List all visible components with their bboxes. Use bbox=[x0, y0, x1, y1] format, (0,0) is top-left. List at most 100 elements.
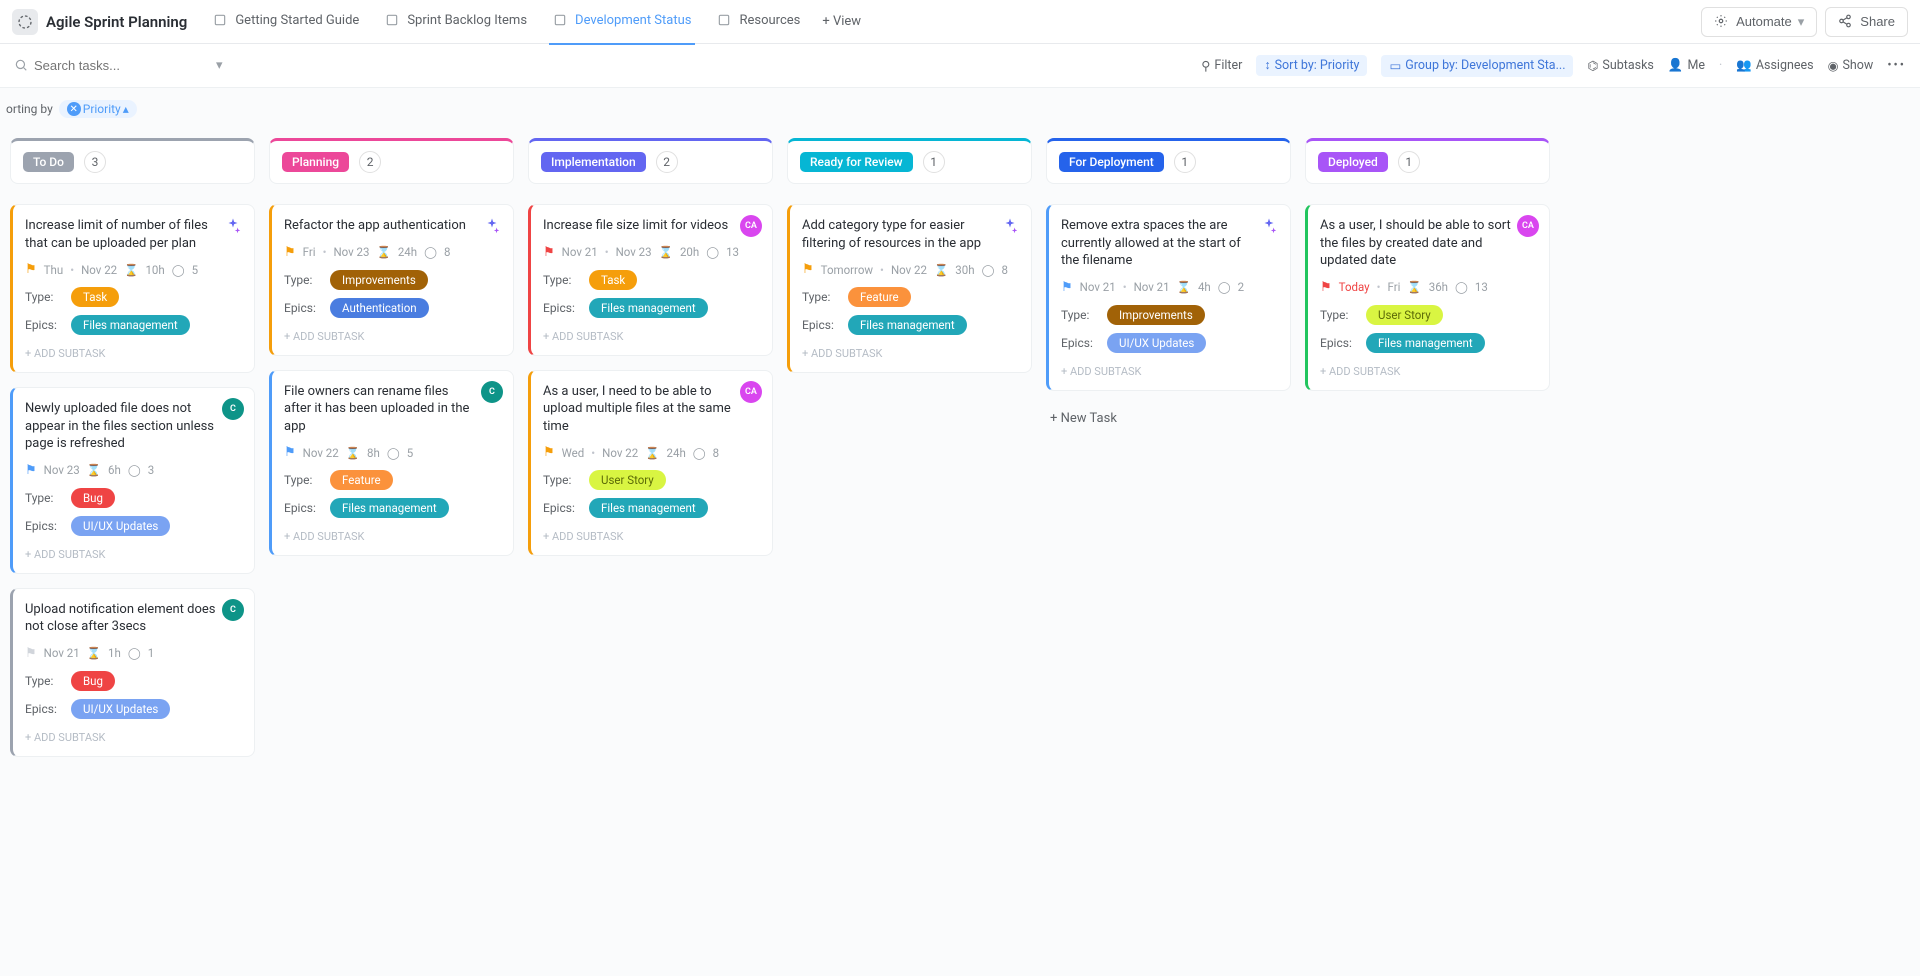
automate-button[interactable]: Automate ▾ bbox=[1701, 7, 1817, 37]
column-header[interactable]: Deployed1 bbox=[1305, 138, 1550, 184]
sort-button[interactable]: ↕Sort by: Priority bbox=[1256, 55, 1367, 76]
add-subtask-button[interactable]: + ADD SUBTASK bbox=[1061, 361, 1278, 382]
assignee-avatar[interactable]: CA bbox=[1517, 215, 1539, 237]
priority-flag-icon[interactable]: ⚑ bbox=[284, 245, 296, 260]
column-planning: Planning2 Refactor the app authentication… bbox=[269, 138, 514, 570]
assignee-avatar[interactable]: CA bbox=[740, 215, 762, 237]
column-count: 2 bbox=[656, 151, 678, 173]
show-button[interactable]: ◉Show bbox=[1828, 58, 1874, 74]
new-task-button[interactable]: + New Task bbox=[1046, 405, 1291, 432]
assignees-button[interactable]: 👥Assignees bbox=[1736, 58, 1813, 73]
type-label: Type: bbox=[25, 290, 71, 304]
subtask-count-icon: ◯ bbox=[387, 446, 400, 460]
view-tab[interactable]: Getting Started Guide bbox=[201, 7, 371, 37]
assignee-avatar[interactable]: CA bbox=[740, 381, 762, 403]
tag-userstory[interactable]: User Story bbox=[1366, 305, 1443, 325]
column-header[interactable]: For Deployment1 bbox=[1046, 138, 1291, 184]
column-header[interactable]: Ready for Review1 bbox=[787, 138, 1032, 184]
priority-flag-icon[interactable]: ⚑ bbox=[1320, 280, 1332, 295]
priority-flag-icon[interactable]: ⚑ bbox=[543, 245, 555, 260]
tag-files[interactable]: Files management bbox=[71, 315, 190, 335]
task-card[interactable]: Refactor the app authentication⚑Fri•Nov … bbox=[269, 204, 514, 356]
me-button[interactable]: 👤Me bbox=[1668, 58, 1705, 73]
toolbar: ▾ ⚲Filter ↕Sort by: Priority ▭Group by: … bbox=[0, 44, 1920, 88]
priority-flag-icon[interactable]: ⚑ bbox=[543, 445, 555, 460]
chevron-down-icon[interactable]: ▾ bbox=[216, 58, 223, 73]
share-button[interactable]: Share bbox=[1825, 7, 1908, 37]
tag-files[interactable]: Files management bbox=[589, 498, 708, 518]
add-subtask-button[interactable]: + ADD SUBTASK bbox=[1320, 361, 1537, 382]
add-subtask-button[interactable]: + ADD SUBTASK bbox=[543, 326, 760, 347]
estimate: 6h bbox=[108, 463, 121, 477]
add-subtask-button[interactable]: + ADD SUBTASK bbox=[25, 544, 242, 565]
add-view-button[interactable]: + View bbox=[812, 8, 871, 35]
date-due: Nov 23 bbox=[333, 245, 369, 259]
tag-uiux[interactable]: UI/UX Updates bbox=[71, 699, 170, 719]
priority-flag-icon[interactable]: ⚑ bbox=[1061, 280, 1073, 295]
date-due: Fri bbox=[1388, 280, 1401, 294]
type-label: Type: bbox=[1061, 308, 1107, 322]
priority-flag-icon[interactable]: ⚑ bbox=[25, 646, 37, 661]
filter-button[interactable]: ⚲Filter bbox=[1201, 58, 1242, 74]
group-button[interactable]: ▭Group by: Development Sta... bbox=[1381, 55, 1573, 77]
tag-files[interactable]: Files management bbox=[330, 498, 449, 518]
search-input[interactable] bbox=[34, 58, 210, 73]
tag-improvements[interactable]: Improvements bbox=[330, 270, 428, 290]
task-card[interactable]: Remove extra spaces the are currently al… bbox=[1046, 204, 1291, 391]
search-box[interactable]: ▾ bbox=[14, 58, 214, 74]
add-subtask-button[interactable]: + ADD SUBTASK bbox=[543, 526, 760, 547]
tag-uiux[interactable]: UI/UX Updates bbox=[1107, 333, 1206, 353]
add-subtask-button[interactable]: + ADD SUBTASK bbox=[25, 727, 242, 748]
add-subtask-button[interactable]: + ADD SUBTASK bbox=[25, 343, 242, 364]
column-header[interactable]: Planning2 bbox=[269, 138, 514, 184]
task-card[interactable]: CAIncrease file size limit for videos⚑No… bbox=[528, 204, 773, 356]
date-due: Nov 23 bbox=[616, 245, 652, 259]
priority-flag-icon[interactable]: ⚑ bbox=[25, 463, 37, 478]
task-card[interactable]: Add category type for easier filtering o… bbox=[787, 204, 1032, 373]
add-subtask-button[interactable]: + ADD SUBTASK bbox=[802, 343, 1019, 364]
tag-improvements[interactable]: Improvements bbox=[1107, 305, 1205, 325]
view-icon bbox=[213, 13, 229, 29]
task-card[interactable]: CNewly uploaded file does not appear in … bbox=[10, 387, 255, 574]
tag-files[interactable]: Files management bbox=[848, 315, 967, 335]
view-tab[interactable]: Development Status bbox=[541, 7, 703, 37]
sort-pill[interactable]: ✕ Priority ▴ bbox=[59, 100, 137, 118]
assignee-avatar[interactable]: C bbox=[481, 381, 503, 403]
add-subtask-button[interactable]: + ADD SUBTASK bbox=[284, 326, 501, 347]
column-deployed: Deployed1 CAAs a user, I should be able t… bbox=[1305, 138, 1550, 405]
subtasks-button[interactable]: ⌬Subtasks bbox=[1587, 58, 1653, 74]
assignee-avatar[interactable]: C bbox=[222, 599, 244, 621]
tag-feature[interactable]: Feature bbox=[330, 470, 393, 490]
tag-auth[interactable]: Authentication bbox=[330, 298, 429, 318]
more-menu-button[interactable]: ••• bbox=[1887, 58, 1906, 73]
task-card[interactable]: Increase limit of number of files that c… bbox=[10, 204, 255, 373]
assignee-avatar[interactable]: C bbox=[222, 398, 244, 420]
priority-flag-icon[interactable]: ⚑ bbox=[25, 262, 37, 277]
column-todo: To Do3 Increase limit of number of files … bbox=[10, 138, 255, 771]
column-label: Deployed bbox=[1318, 152, 1388, 172]
priority-flag-icon[interactable]: ⚑ bbox=[802, 262, 814, 277]
tag-task[interactable]: Task bbox=[71, 287, 119, 307]
tag-feature[interactable]: Feature bbox=[848, 287, 911, 307]
view-tab[interactable]: Sprint Backlog Items bbox=[373, 7, 539, 37]
task-card[interactable]: CAAs a user, I need to be able to upload… bbox=[528, 370, 773, 557]
card-meta: ⚑Tomorrow•Nov 22⌛30h◯8 bbox=[802, 262, 1019, 277]
tag-uiux[interactable]: UI/UX Updates bbox=[71, 516, 170, 536]
tag-bug[interactable]: Bug bbox=[71, 488, 115, 508]
task-card[interactable]: CAAs a user, I should be able to sort th… bbox=[1305, 204, 1550, 391]
tag-bug[interactable]: Bug bbox=[71, 671, 115, 691]
tag-files[interactable]: Files management bbox=[1366, 333, 1485, 353]
add-subtask-button[interactable]: + ADD SUBTASK bbox=[284, 526, 501, 547]
hourglass-icon: ⌛ bbox=[346, 446, 360, 460]
card-meta: ⚑Nov 21•Nov 23⌛20h◯13 bbox=[543, 245, 760, 260]
tag-files[interactable]: Files management bbox=[589, 298, 708, 318]
column-header[interactable]: Implementation2 bbox=[528, 138, 773, 184]
task-card[interactable]: CFile owners can rename files after it h… bbox=[269, 370, 514, 557]
task-card[interactable]: CUpload notification element does not cl… bbox=[10, 588, 255, 757]
view-tab[interactable]: Resources bbox=[705, 7, 812, 37]
priority-flag-icon[interactable]: ⚑ bbox=[284, 445, 296, 460]
tag-userstory[interactable]: User Story bbox=[589, 470, 666, 490]
tag-task[interactable]: Task bbox=[589, 270, 637, 290]
column-header[interactable]: To Do3 bbox=[10, 138, 255, 184]
close-icon[interactable]: ✕ bbox=[67, 102, 81, 116]
